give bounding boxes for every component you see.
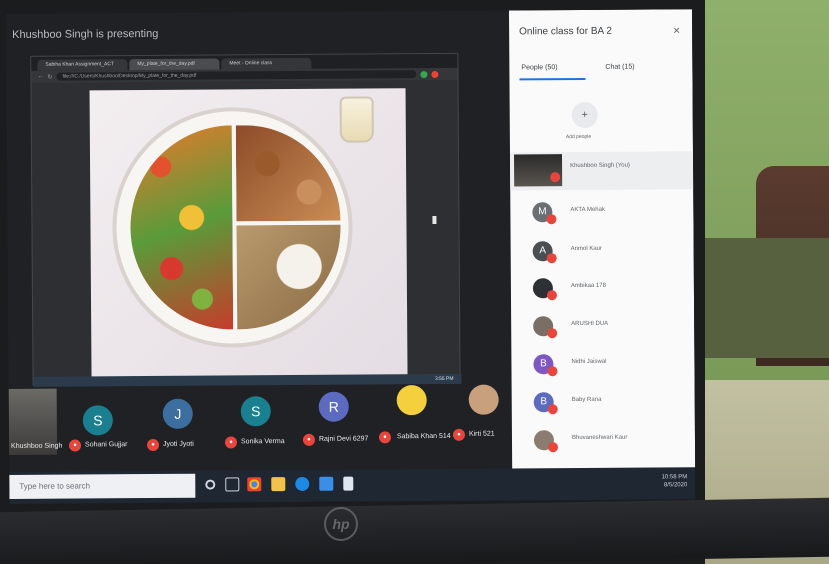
mic-off-icon	[547, 366, 558, 377]
person-name: Anmol Kaur	[570, 245, 603, 253]
back-icon[interactable]: ←	[37, 74, 43, 80]
add-people-label: Add people	[565, 133, 592, 141]
pdf-page	[89, 88, 408, 381]
file-explorer-icon[interactable]	[271, 477, 286, 492]
participant-strip: S ● Sohani Gujjar J ● Jyoti Jyoti S ● So…	[9, 384, 509, 458]
mic-off-icon: ●	[452, 428, 465, 441]
mic-off-icon: ●	[378, 431, 392, 444]
people-list-item[interactable]: Khushboo Singh (You)	[509, 151, 694, 191]
mic-off-icon	[546, 290, 558, 301]
avatar-image	[396, 385, 427, 416]
participant-name: Kirti 521	[468, 430, 495, 438]
people-list-item[interactable]: Bhuvaneshwari Kaur	[512, 423, 695, 462]
store-icon[interactable]	[319, 476, 334, 491]
person-name: Bhuvaneshwari Kaur	[571, 434, 628, 442]
address-bar[interactable]: file:///C:/Users/Khushboo/Desktop/My_pla…	[56, 70, 417, 81]
mic-off-icon	[547, 328, 558, 339]
edge-icon[interactable]	[295, 476, 310, 491]
mic-off-icon	[548, 442, 559, 453]
avatar: S	[82, 405, 113, 436]
participant-name: Sohani Gujjar	[84, 441, 128, 449]
extension-icon[interactable]	[431, 70, 439, 78]
profile-icon[interactable]	[420, 70, 428, 78]
reload-icon[interactable]: ↻	[47, 73, 52, 80]
clock-time: 10:58 PM	[661, 474, 688, 481]
person-name: Khushboo Singh (You)	[570, 162, 630, 170]
chrome-icon[interactable]	[247, 477, 262, 492]
tab-people[interactable]: People (50)	[521, 64, 557, 71]
person-name: Nidhi Jaiswal	[571, 358, 607, 366]
remote-taskbar: 3:55 PM	[33, 373, 462, 387]
people-list-item[interactable]: A Anmol Kaur	[511, 234, 694, 273]
task-view-icon[interactable]	[225, 477, 240, 492]
avatar-image	[468, 384, 499, 415]
tab-chat[interactable]: Chat (15)	[605, 64, 634, 71]
system-tray-clock: 10:58 PM 8/5/2020	[662, 473, 688, 489]
meeting-title: Online class for BA 2	[519, 25, 613, 38]
laptop-screen: Khushboo Singh is presenting Sabiha Khan…	[6, 9, 696, 504]
person-name: Ambikaa 178	[570, 282, 606, 290]
close-icon[interactable]: ×	[673, 23, 680, 37]
app-icon[interactable]	[343, 476, 354, 491]
mic-off-icon: ●	[302, 433, 316, 446]
participant-name: Sonika Verma	[240, 438, 285, 446]
windows-taskbar: Type here to search 10:58 PM 8/5/2020	[9, 467, 696, 504]
clock-date: 8/5/2020	[663, 482, 688, 489]
avatar: S	[240, 396, 271, 427]
milk-glass-image	[339, 96, 374, 143]
plate-pulses-nuts	[235, 124, 341, 222]
participant-name: Sabiba Khan 514	[396, 432, 451, 441]
mic-off-icon	[550, 172, 561, 183]
person-name: AKTA Mehak	[570, 206, 605, 214]
plate-vegetables-fruits	[129, 125, 234, 331]
mic-off-icon: ●	[146, 438, 160, 452]
plate-cereals	[236, 224, 342, 330]
mic-off-icon: ●	[68, 439, 82, 452]
person-name: Baby Rana	[571, 396, 602, 404]
avatar: J	[162, 398, 193, 429]
browser-tab-active[interactable]: My_plate_for_the_day.pdf	[129, 58, 220, 71]
people-panel: Online class for BA 2 × People (50) Chat…	[508, 9, 696, 469]
mic-off-icon	[546, 253, 557, 264]
add-people-icon[interactable]: +	[571, 101, 598, 129]
avatar: R	[318, 391, 349, 422]
mic-off-icon: ●	[224, 436, 238, 449]
mouse-cursor	[432, 216, 437, 225]
people-list-item[interactable]: ARUSHI DUA	[511, 309, 694, 348]
person-name: ARUSHI DUA	[571, 320, 609, 328]
presenting-banner: Khushboo Singh is presenting	[12, 27, 159, 41]
background-cabinet	[700, 238, 829, 358]
photo-scene: hp Khushboo Singh is presenting Sabiha K…	[0, 0, 829, 564]
mic-off-icon	[546, 214, 557, 225]
shared-browser-window: Sabiha Khan Assignment_ACT My_plate_for_…	[30, 52, 462, 387]
participant-name: Jyoti Jyoti	[162, 440, 194, 448]
mic-off-icon	[547, 404, 558, 415]
hp-logo: hp	[324, 507, 358, 541]
food-plate-image	[111, 106, 354, 349]
browser-tab[interactable]: Sabiha Khan Assignment_ACT	[37, 59, 128, 71]
active-tab-indicator	[519, 77, 586, 81]
cortana-icon[interactable]	[205, 479, 216, 490]
people-list-item[interactable]: M AKTA Mehak	[510, 195, 693, 234]
people-list-item[interactable]: B Nidhi Jaiswal	[511, 347, 694, 386]
people-list-item[interactable]: Ambikaa 178	[511, 271, 694, 310]
participant-name: Rajni Devi 6297	[318, 435, 369, 443]
browser-tab[interactable]: Meet - Online class	[221, 57, 312, 70]
taskbar-search-input[interactable]: Type here to search	[9, 473, 196, 499]
remote-clock: 3:55 PM	[434, 375, 454, 383]
people-list-item[interactable]: B Baby Rana	[512, 385, 695, 424]
